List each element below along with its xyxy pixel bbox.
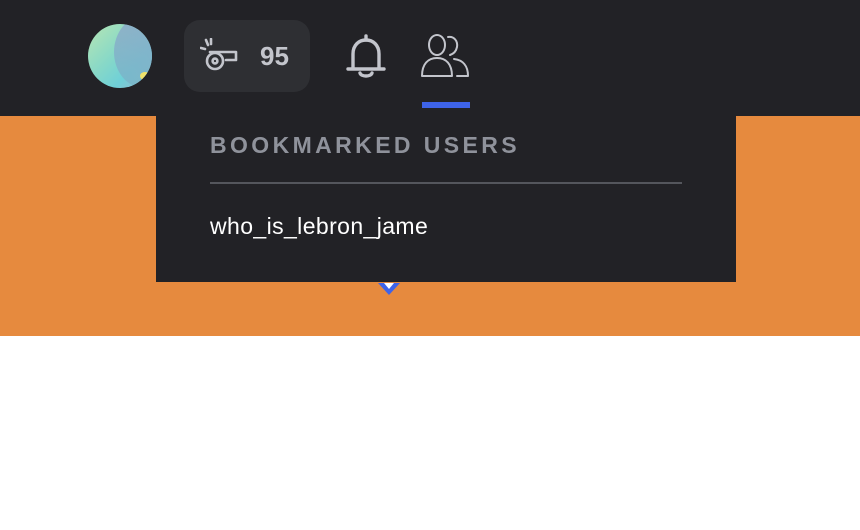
dropdown-divider xyxy=(210,182,682,184)
whistle-icon xyxy=(200,38,238,71)
user-avatar[interactable] xyxy=(88,24,152,88)
active-tab-indicator xyxy=(422,102,470,108)
dropdown-pointer-icon xyxy=(378,283,400,295)
points-count: 95 xyxy=(260,41,289,71)
top-navigation-bar: 95 xyxy=(0,0,860,116)
bookmarked-users-dropdown: BOOKMARKED USERS who_is_lebron_jame xyxy=(156,116,736,282)
dropdown-title: BOOKMARKED USERS xyxy=(210,132,520,158)
avatar-dot xyxy=(140,72,150,80)
bell-icon[interactable] xyxy=(344,34,388,80)
users-icon[interactable] xyxy=(418,32,474,82)
points-badge[interactable]: 95 xyxy=(184,20,310,92)
bookmarked-user-link[interactable]: who_is_lebron_jame xyxy=(210,212,428,240)
